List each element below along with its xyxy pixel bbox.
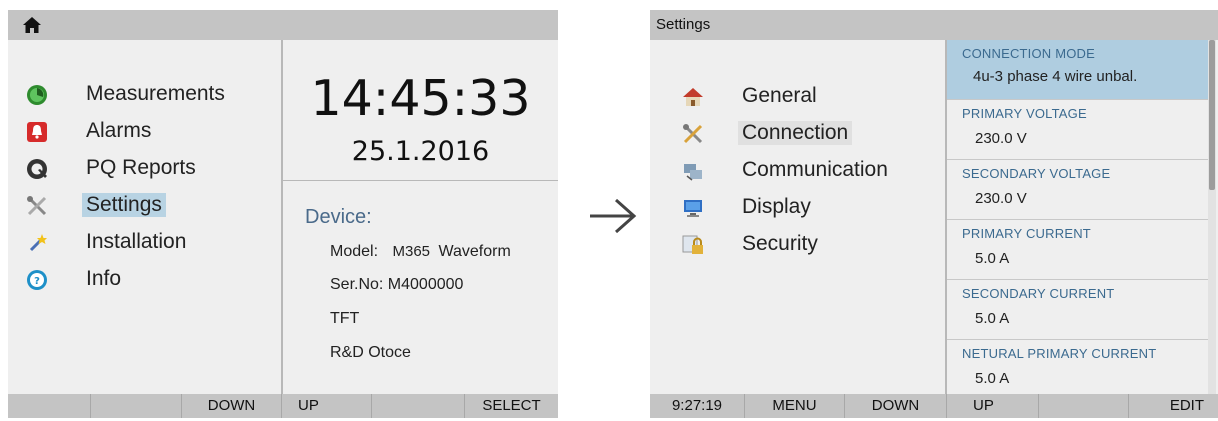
menu-label: Alarms bbox=[86, 119, 152, 142]
softkey-bar: 9:27:19 MENU DOWN UP EDIT bbox=[650, 394, 1218, 418]
softkey-2[interactable] bbox=[90, 394, 181, 418]
house-icon bbox=[683, 88, 703, 106]
param-secondary-voltage[interactable]: SECONDARY VOLTAGE 230.0 V bbox=[947, 160, 1208, 220]
monitor-icon bbox=[684, 200, 702, 217]
menu-button[interactable]: MENU bbox=[744, 394, 844, 418]
menu-label: Measurements bbox=[86, 82, 225, 105]
menu-label: Security bbox=[742, 232, 818, 255]
menu-label: Settings bbox=[82, 193, 166, 217]
screen-title: Settings bbox=[656, 16, 711, 33]
settings-screen: Settings General Connection Communicatio… bbox=[650, 10, 1218, 418]
param-label: SECONDARY VOLTAGE bbox=[962, 166, 1111, 181]
magic-wand-icon bbox=[29, 234, 47, 252]
info-icon: ? bbox=[27, 270, 47, 290]
menu-label: Communication bbox=[742, 158, 888, 181]
select-button[interactable]: SELECT bbox=[464, 394, 558, 418]
device-model: Model: M365 Waveform bbox=[330, 243, 511, 261]
device-serial: Ser.No: M4000000 bbox=[330, 276, 464, 293]
down-button[interactable]: DOWN bbox=[844, 394, 946, 418]
param-label: CONNECTION MODE bbox=[962, 46, 1095, 61]
device-model-label: Model: bbox=[330, 243, 379, 260]
pq-reports-icon bbox=[27, 159, 47, 179]
param-value: 4u-3 phase 4 wire unbal. bbox=[973, 68, 1138, 85]
param-value: 5.0 A bbox=[975, 310, 1010, 327]
menu-label: General bbox=[742, 84, 817, 107]
arrow-right-icon bbox=[590, 198, 637, 234]
clock-softkey: 9:27:19 bbox=[671, 397, 723, 414]
menu-label: Info bbox=[86, 267, 122, 290]
scrollbar[interactable] bbox=[1208, 40, 1216, 394]
down-button[interactable]: DOWN bbox=[181, 394, 281, 418]
device-display-type: TFT bbox=[330, 310, 360, 327]
menu-label: Display bbox=[742, 195, 811, 218]
menu-label: Connection bbox=[738, 121, 853, 145]
main-menu-screen: Measurements Alarms PQ Reports Settings … bbox=[8, 10, 558, 418]
device-model-variant: Waveform bbox=[438, 243, 511, 260]
home-icon[interactable] bbox=[22, 15, 42, 35]
softkey-5[interactable] bbox=[1038, 394, 1128, 418]
top-bar bbox=[8, 10, 558, 40]
network-icon bbox=[684, 164, 702, 181]
param-neutral-primary-current[interactable]: NETURAL PRIMARY CURRENT 5.0 A bbox=[947, 340, 1208, 394]
padlock-icon bbox=[682, 235, 703, 254]
param-secondary-current[interactable]: SECONDARY CURRENT 5.0 A bbox=[947, 280, 1208, 340]
section-divider bbox=[283, 180, 558, 181]
up-button[interactable]: UP bbox=[281, 394, 371, 418]
menu-label: Installation bbox=[86, 230, 187, 253]
param-value: 230.0 V bbox=[975, 190, 1027, 207]
param-connection-mode[interactable]: CONNECTION MODE 4u-3 phase 4 wire unbal. bbox=[947, 40, 1208, 100]
clock-date: 25.1.2016 bbox=[351, 136, 490, 167]
measurements-icon bbox=[27, 85, 47, 105]
device-location: R&D Otoce bbox=[330, 344, 411, 361]
param-primary-current[interactable]: PRIMARY CURRENT 5.0 A bbox=[947, 220, 1208, 280]
top-bar: Settings bbox=[650, 10, 1218, 40]
clock-time: 14:45:33 bbox=[310, 70, 531, 127]
param-label: PRIMARY VOLTAGE bbox=[962, 106, 1087, 121]
param-label: PRIMARY CURRENT bbox=[962, 226, 1091, 241]
device-model-value: M365 bbox=[392, 243, 431, 260]
up-button[interactable]: UP bbox=[946, 394, 1038, 418]
param-value: 230.0 V bbox=[975, 130, 1027, 147]
alarm-bell-icon bbox=[27, 122, 47, 142]
edit-button[interactable]: EDIT bbox=[1128, 394, 1218, 418]
param-primary-voltage[interactable]: PRIMARY VOLTAGE 230.0 V bbox=[947, 100, 1208, 160]
param-value: 5.0 A bbox=[975, 370, 1010, 387]
wrench-screwdriver-icon bbox=[27, 196, 47, 216]
softkey-5[interactable] bbox=[371, 394, 464, 418]
scrollbar-thumb[interactable] bbox=[1209, 40, 1215, 190]
wrench-screwdriver-icon bbox=[683, 124, 703, 144]
param-label: SECONDARY CURRENT bbox=[962, 286, 1115, 301]
softkey-1[interactable] bbox=[8, 394, 90, 418]
softkey-bar: DOWN UP SELECT bbox=[8, 394, 558, 418]
menu-label: PQ Reports bbox=[86, 156, 196, 179]
param-label: NETURAL PRIMARY CURRENT bbox=[962, 346, 1157, 361]
svg-text:?: ? bbox=[34, 276, 40, 287]
param-value: 5.0 A bbox=[975, 250, 1010, 267]
device-title: Device: bbox=[305, 206, 372, 228]
